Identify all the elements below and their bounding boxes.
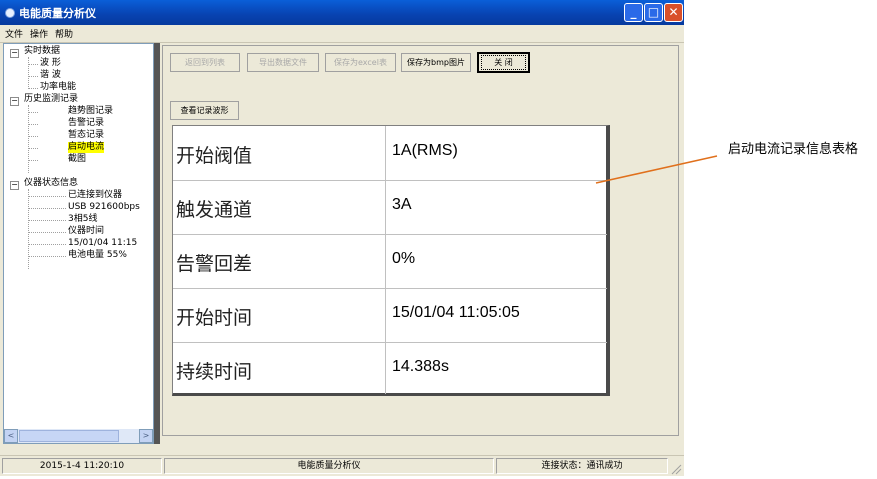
annotation-leader-line bbox=[595, 155, 718, 184]
annotation-label: 启动电流记录信息表格 bbox=[728, 142, 859, 157]
